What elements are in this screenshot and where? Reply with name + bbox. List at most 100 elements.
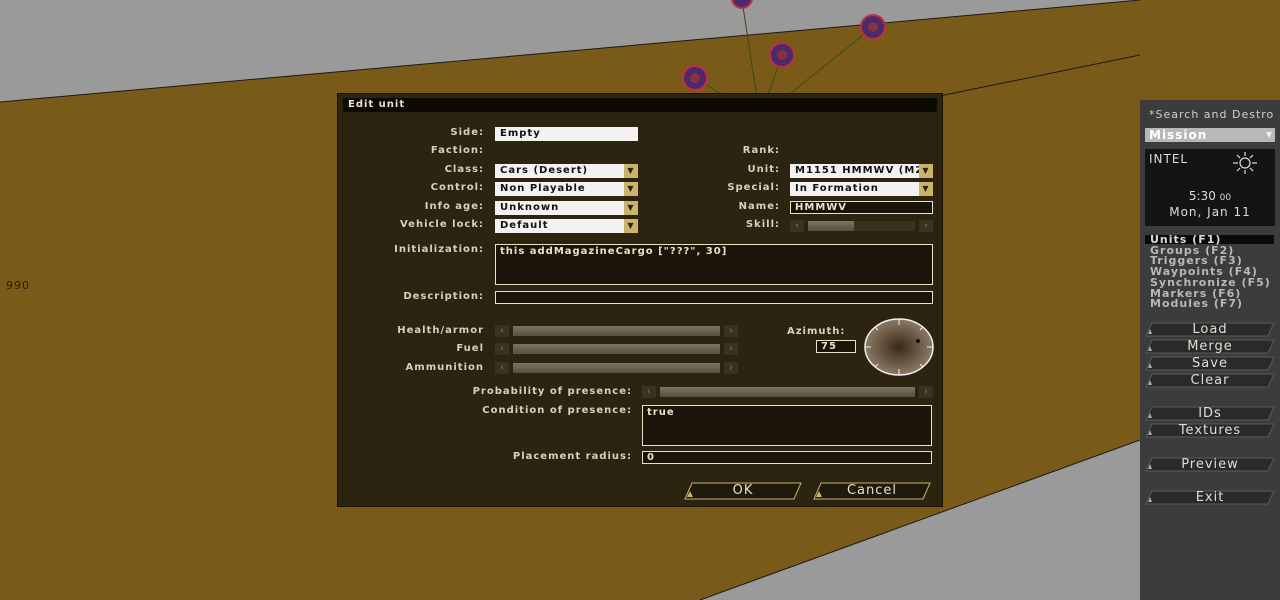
save-button[interactable]: Save [1145,356,1275,371]
ammunition-slider[interactable]: ‹ › [495,362,738,374]
probability-fill [660,387,915,397]
preview-button[interactable]: Preview [1145,457,1275,472]
probability-label: Probability of presence: [472,386,632,397]
health-fill [513,326,720,336]
intel-time-value: 5:30 [1188,189,1216,203]
skill-slider[interactable]: ‹ › [790,220,933,232]
side-label: Side: [450,127,484,138]
chevron-right-icon[interactable]: › [724,325,738,337]
ammunition-track[interactable] [513,363,720,373]
unit-label: Unit: [747,164,780,175]
special-value: In Formation [795,183,879,194]
control-select[interactable]: Non Playable ▼ [495,182,638,196]
info-age-value: Unknown [500,202,560,213]
chevron-down-icon[interactable]: ▼ [1266,128,1273,142]
class-label: Class: [444,164,484,175]
mode-modules[interactable]: Modules (F7) [1150,298,1243,309]
special-label: Special: [727,182,780,193]
chevron-left-icon[interactable]: ‹ [495,325,509,337]
clear-button[interactable]: Clear [1145,373,1275,388]
editor-panel: 90 *Search and Destro Mission ▼ INTEL 5:… [1140,0,1280,600]
name-label: Name: [738,201,780,212]
fuel-fill [513,344,720,354]
control-value: Non Playable [500,183,586,194]
chevron-left-icon[interactable]: ‹ [495,343,509,355]
textures-button[interactable]: Textures [1145,423,1275,438]
azimuth-label: Azimuth: [787,326,846,337]
ammunition-fill [513,363,720,373]
vehicle-lock-select[interactable]: Default ▼ [495,219,638,233]
mission-select-value: Mission [1149,128,1208,142]
placement-radius-input[interactable]: 0 [642,451,932,464]
chevron-left-icon[interactable]: ‹ [790,220,804,232]
load-label: Load [1192,322,1228,337]
azimuth-indicator [916,339,920,343]
condition-input[interactable]: true [642,405,932,446]
rank-label: Rank: [742,145,780,156]
intel-time-seconds: 00 [1219,193,1232,203]
unit-select[interactable]: M1151 HMMWV (M2) ▼ [790,164,933,178]
chevron-down-icon[interactable]: ▼ [624,219,638,233]
name-input[interactable]: HMMWV [790,201,933,214]
skill-fill [808,221,854,231]
health-slider[interactable]: ‹ › [495,325,738,337]
ids-button[interactable]: IDs [1145,406,1275,421]
cancel-label: Cancel [846,483,898,498]
ok-label: OK [732,483,754,498]
merge-label: Merge [1187,339,1233,354]
description-input[interactable] [495,291,933,304]
chevron-left-icon[interactable]: ‹ [495,362,509,374]
ok-button[interactable]: OK [684,482,802,500]
intel-box[interactable]: INTEL 5:30 00 Mon, Jan 11 [1145,149,1275,226]
skill-label: Skill: [745,219,780,230]
class-value: Cars (Desert) [500,165,589,176]
faction-label: Faction: [430,145,484,156]
mission-name: *Search and Destro [1149,108,1275,121]
azimuth-compass[interactable] [864,318,934,376]
chevron-down-icon[interactable]: ▼ [919,182,933,196]
info-age-select[interactable]: Unknown ▼ [495,201,638,215]
fuel-track[interactable] [513,344,720,354]
clear-label: Clear [1190,373,1230,388]
chevron-down-icon[interactable]: ▼ [624,164,638,178]
mission-select[interactable]: Mission ▼ [1145,128,1275,142]
initialization-input[interactable]: this addMagazineCargo ["???", 30] [495,244,933,285]
probability-track[interactable] [660,387,915,397]
chevron-right-icon[interactable]: › [724,343,738,355]
cancel-button[interactable]: Cancel [813,482,931,500]
exit-button[interactable]: Exit [1145,490,1275,505]
exit-label: Exit [1195,490,1225,505]
ids-label: IDs [1198,406,1222,421]
chevron-down-icon[interactable]: ▼ [624,201,638,215]
probability-slider[interactable]: ‹ › [642,386,933,398]
chevron-down-icon[interactable]: ▼ [624,182,638,196]
fuel-label: Fuel [456,343,484,354]
azimuth-input[interactable]: 75 [816,340,856,353]
intel-date: Mon, Jan 11 [1169,205,1251,219]
chevron-right-icon[interactable]: › [919,386,933,398]
placement-label: Placement radius: [512,451,632,462]
merge-button[interactable]: Merge [1145,339,1275,354]
control-label: Control: [430,182,484,193]
save-label: Save [1192,356,1228,371]
intel-title: INTEL [1149,152,1189,166]
skill-track[interactable] [808,221,915,231]
textures-label: Textures [1178,423,1242,438]
edit-unit-dialog: Edit unit Side: Empty Faction: Class: Ca… [338,94,942,506]
preview-label: Preview [1181,457,1239,472]
chevron-left-icon[interactable]: ‹ [642,386,656,398]
chevron-down-icon[interactable]: ▼ [919,164,933,178]
info-age-label: Info age: [424,201,484,212]
description-label: Description: [403,291,484,302]
sun-icon [1233,152,1257,174]
chevron-right-icon[interactable]: › [724,362,738,374]
side-field: Empty [495,127,638,141]
fuel-slider[interactable]: ‹ › [495,343,738,355]
special-select[interactable]: In Formation ▼ [790,182,933,196]
chevron-right-icon[interactable]: › [919,220,933,232]
health-track[interactable] [513,326,720,336]
class-select[interactable]: Cars (Desert) ▼ [495,164,638,178]
load-button[interactable]: Load [1145,322,1275,337]
intel-time: 5:30 00 [1145,189,1275,203]
vehicle-lock-value: Default [500,220,549,231]
